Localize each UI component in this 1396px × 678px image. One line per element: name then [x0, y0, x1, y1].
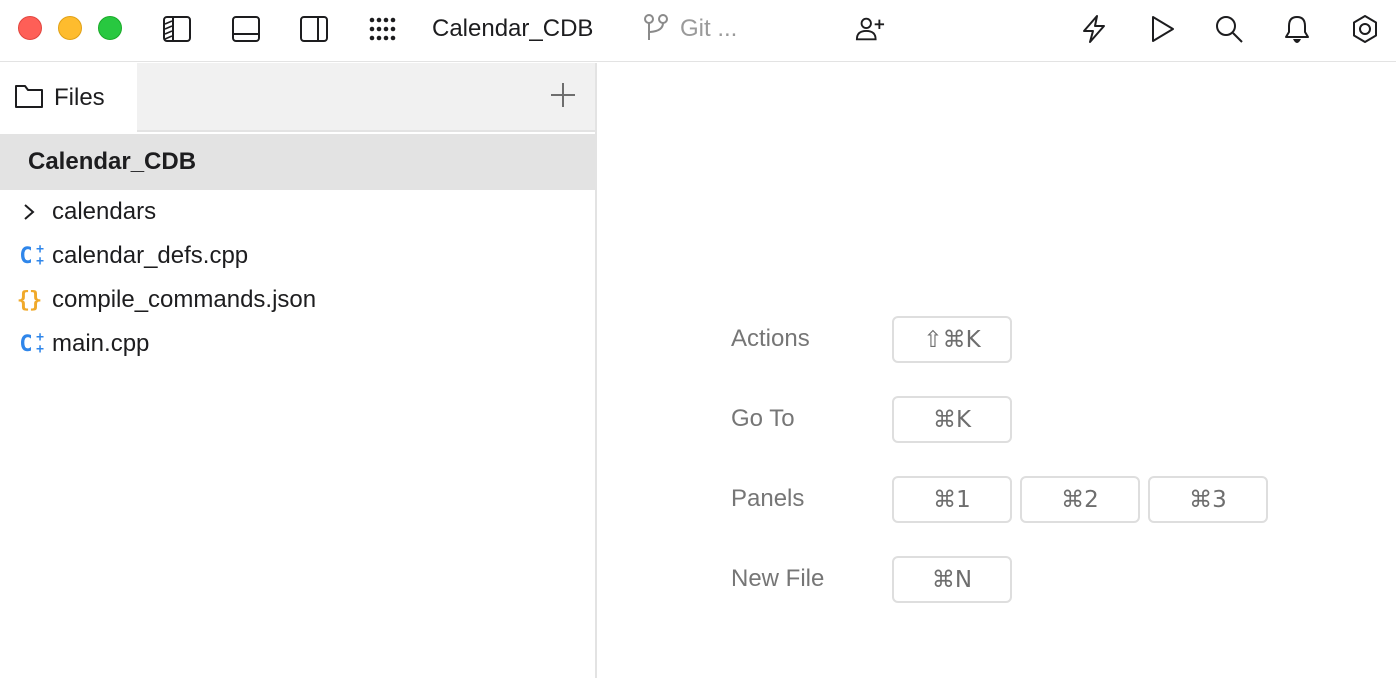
- shortcut-key[interactable]: ⌘1: [892, 476, 1012, 523]
- run-icon[interactable]: [1147, 14, 1177, 44]
- toggle-bottom-panel-icon[interactable]: [231, 14, 261, 44]
- project-root-label: Calendar_CDB: [28, 148, 197, 175]
- close-window-button[interactable]: [18, 16, 42, 40]
- apps-grid-icon[interactable]: [367, 14, 397, 44]
- tree-item-label: calendar_defs.cpp: [52, 242, 249, 269]
- shortcut-key[interactable]: ⌘3: [1148, 476, 1268, 523]
- plus-icon: [549, 81, 577, 114]
- tab-files[interactable]: Files: [0, 63, 137, 133]
- tab-files-label: Files: [54, 84, 105, 111]
- editor-welcome-pane: Actions ⇧⌘K Go To ⌘K Panels ⌘1 ⌘2 ⌘3 New…: [599, 63, 1396, 678]
- tree-item-label: compile_commands.json: [52, 286, 317, 313]
- tree-item-file[interactable]: C + + main.cpp: [0, 322, 595, 366]
- cpp-file-icon: C + +: [19, 330, 44, 357]
- zoom-window-button[interactable]: [98, 16, 122, 40]
- add-tab-button[interactable]: [547, 81, 579, 113]
- file-sidebar: Files Calendar_CDB calendars C + + calenda…: [0, 63, 597, 678]
- chevron-right-icon[interactable]: [14, 197, 44, 227]
- tree-item-folder[interactable]: calendars: [0, 190, 595, 234]
- cpp-file-icon: C + +: [19, 242, 44, 269]
- folder-icon: [14, 83, 44, 114]
- tree-item-file[interactable]: {} compile_commands.json: [0, 278, 595, 322]
- title-bar: Calendar_CDB Git ...: [0, 0, 1396, 62]
- json-file-icon: {}: [16, 287, 43, 313]
- shortcut-label: New File: [731, 565, 825, 592]
- search-icon[interactable]: [1214, 14, 1244, 44]
- tree-item-label: calendars: [52, 198, 157, 225]
- shortcut-key[interactable]: ⌘K: [892, 396, 1012, 443]
- project-title[interactable]: Calendar_CDB: [432, 14, 593, 44]
- shortcut-label: Actions: [731, 325, 810, 352]
- shortcut-key[interactable]: ⌘N: [892, 556, 1012, 603]
- shortcut-label: Go To: [731, 405, 795, 432]
- shortcut-row-goto: Go To ⌘K: [731, 396, 1276, 476]
- bell-icon[interactable]: [1282, 14, 1312, 44]
- shortcut-label: Panels: [731, 485, 805, 512]
- bolt-icon[interactable]: [1079, 14, 1109, 44]
- add-user-icon[interactable]: [855, 14, 885, 44]
- shortcut-row-panels: Panels ⌘1 ⌘2 ⌘3: [731, 476, 1276, 556]
- shortcut-key[interactable]: ⌘2: [1020, 476, 1140, 523]
- shortcut-row-new-file: New File ⌘N: [731, 556, 1276, 636]
- minimize-window-button[interactable]: [58, 16, 82, 40]
- shortcut-key[interactable]: ⇧⌘K: [892, 316, 1012, 363]
- git-branch-label: Git ...: [680, 15, 738, 42]
- git-branch-button[interactable]: Git ...: [642, 12, 738, 47]
- shortcut-row-actions: Actions ⇧⌘K: [731, 316, 1276, 396]
- project-root-item[interactable]: Calendar_CDB: [0, 134, 595, 190]
- file-tree: calendars C + + calendar_defs.cpp {} compi…: [0, 190, 595, 366]
- toggle-right-sidebar-icon[interactable]: [299, 14, 329, 44]
- toggle-left-sidebar-icon[interactable]: [162, 14, 192, 44]
- tree-item-label: main.cpp: [52, 330, 150, 357]
- tree-item-file[interactable]: C + + calendar_defs.cpp: [0, 234, 595, 278]
- sidebar-tab-bar: Files: [0, 63, 595, 133]
- git-branch-icon: [642, 12, 670, 47]
- shortcut-list: Actions ⇧⌘K Go To ⌘K Panels ⌘1 ⌘2 ⌘3 New…: [731, 316, 1276, 636]
- settings-icon[interactable]: [1350, 14, 1380, 44]
